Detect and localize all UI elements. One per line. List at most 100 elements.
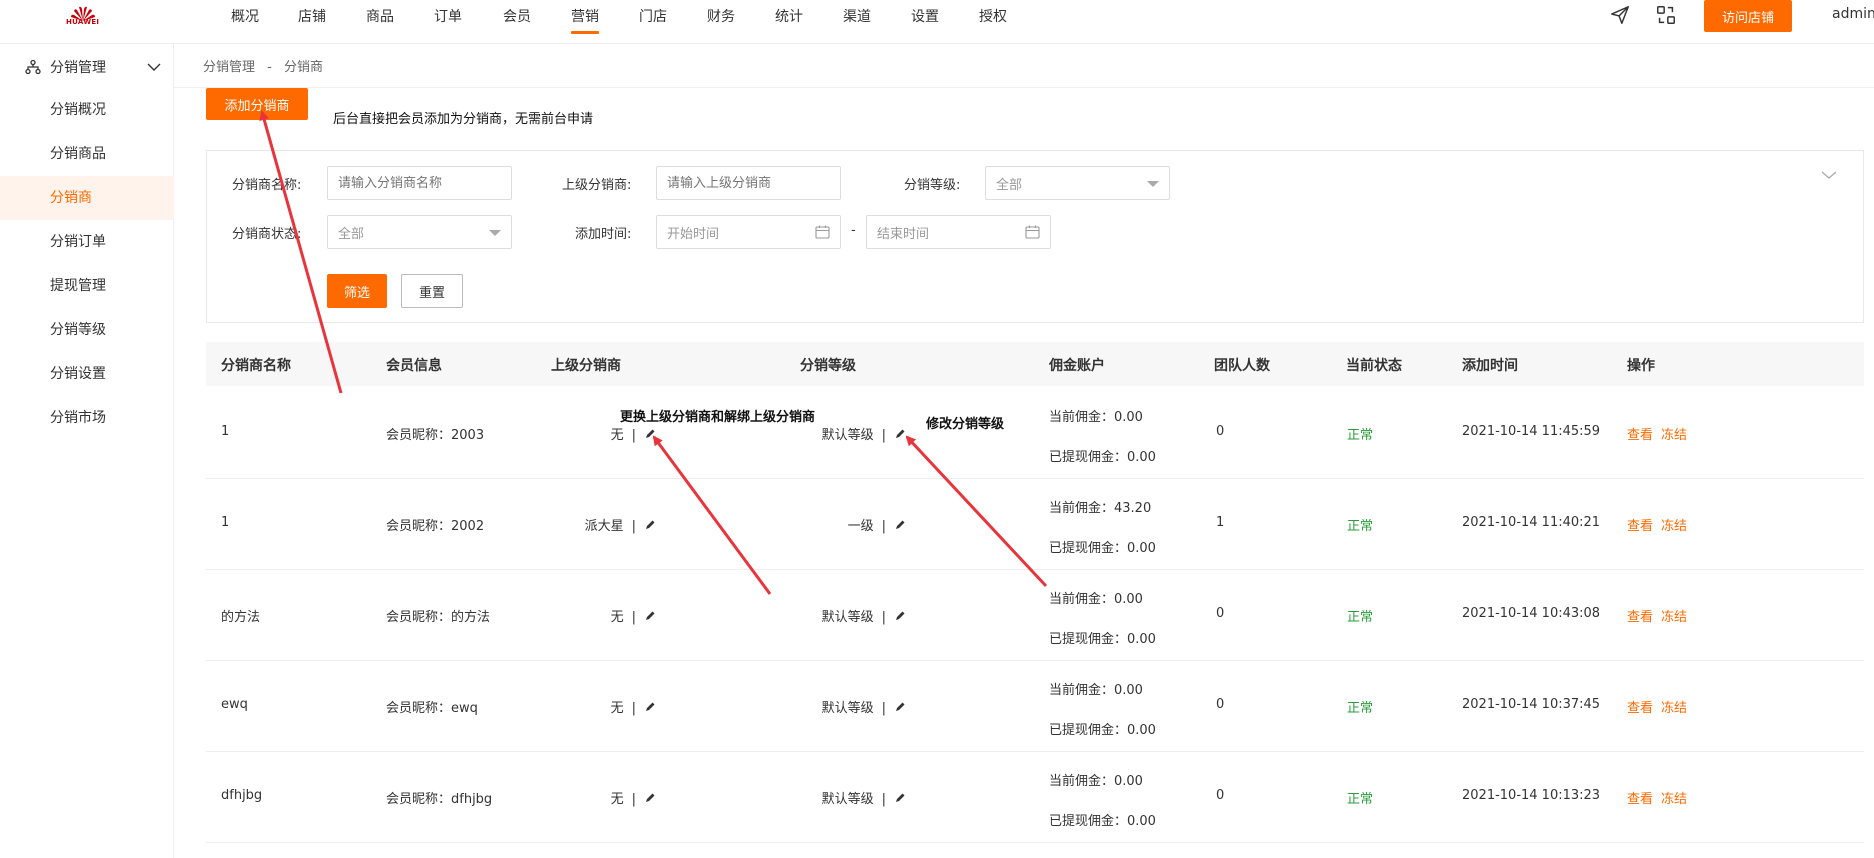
freeze-link[interactable]: 冻结 [1661,610,1687,625]
parent-distributor-cell: 无 | [506,788,656,807]
distributor-name: 1 [221,424,230,439]
visit-store-button[interactable]: 访问店铺 [1704,0,1792,32]
calendar-icon [815,225,830,239]
add-distributor-button[interactable]: 添加分销商 [206,88,308,120]
status-badge: 正常 [1347,792,1374,807]
sidebar-item-products[interactable]: 分销商品 [0,132,174,176]
end-time-input[interactable]: 结束时间 [866,215,1051,249]
annotation-level-note: 修改分销等级 [926,417,1005,432]
filter-reset-button[interactable]: 重置 [401,274,463,308]
sidebar-item-overview[interactable]: 分销概况 [0,88,174,132]
distributor-name-input[interactable] [327,166,512,200]
nav-item-statistics[interactable]: 统计 [775,6,803,26]
edit-level-icon[interactable] [894,610,906,622]
withdrawn-commission: 已提现佣金：0.00 [1049,541,1156,556]
brand-logo-text: HUAWEI [66,18,100,26]
nav-item-authorization[interactable]: 授权 [979,6,1007,26]
nav-item-orders[interactable]: 订单 [434,6,462,26]
nav-item-shops[interactable]: 门店 [639,6,667,26]
collapse-chevron-icon[interactable] [1821,170,1837,180]
nav-item-overview[interactable]: 概况 [231,6,259,26]
parent-distributor-input[interactable] [656,166,841,200]
freeze-link[interactable]: 冻结 [1661,701,1687,716]
view-link[interactable]: 查看 [1627,428,1653,443]
nav-item-finance[interactable]: 财务 [707,6,735,26]
app-root: HUAWEI 概况 店铺 商品 订单 会员 营销 门店 财务 统计 渠道 设置 … [0,0,1874,858]
status-badge: 正常 [1347,428,1374,443]
sidebar-item-distributors[interactable]: 分销商 [0,176,174,220]
team-count: 1 [1216,515,1225,530]
level-value: 默认等级 [821,701,874,716]
level-value: 默认等级 [821,792,874,807]
col-header-parent: 上级分销商 [551,358,621,374]
filter-submit-button[interactable]: 筛选 [327,274,387,308]
added-time: 2021-10-14 11:40:21 [1462,515,1601,530]
row-actions: 查看 冻结 [1627,697,1687,716]
level-cell: 默认等级 | [756,697,906,716]
nav-item-members[interactable]: 会员 [503,6,531,26]
table-row: 1 会员昵称：2003 无 | 默认等级 | 当前佣金：0.00 已提现佣金：0.00 0 正常 2… [206,388,1864,479]
add-distributor-note: 后台直接把会员添加为分销商，无需前台申请 [333,112,594,127]
withdrawn-commission: 已提现佣金：0.00 [1049,723,1156,738]
edit-parent-icon[interactable] [644,792,656,804]
added-time: 2021-10-14 10:43:08 [1462,606,1601,621]
col-header-level: 分销等级 [800,358,856,374]
view-link[interactable]: 查看 [1627,610,1653,625]
sidebar-item-settings[interactable]: 分销设置 [0,352,174,396]
user-name[interactable]: admin [1832,6,1874,22]
dropdown-arrow-icon [489,230,501,236]
sidebar-item-withdrawals[interactable]: 提现管理 [0,264,174,308]
annotation-parent-note: 更换上级分销商和解绑上级分销商 [620,410,816,425]
nav-item-products[interactable]: 商品 [366,6,394,26]
breadcrumb-parent[interactable]: 分销管理 [203,60,255,75]
sidebar-group-header[interactable]: 分销管理 [25,56,165,80]
scan-switch-icon[interactable] [1655,4,1677,26]
send-icon[interactable] [1609,4,1631,26]
nav-item-settings[interactable]: 设置 [911,6,939,26]
col-header-team: 团队人数 [1214,358,1270,374]
current-commission: 当前佣金：43.20 [1049,501,1152,516]
breadcrumb-separator: - [267,60,272,75]
nav-item-channels[interactable]: 渠道 [843,6,871,26]
sidebar-item-market[interactable]: 分销市场 [0,396,174,440]
view-link[interactable]: 查看 [1627,701,1653,716]
breadcrumb-current: 分销商 [284,60,324,75]
edit-level-icon[interactable] [894,519,906,531]
freeze-link[interactable]: 冻结 [1661,428,1687,443]
edit-parent-icon[interactable] [644,519,656,531]
freeze-link[interactable]: 冻结 [1661,519,1687,534]
level-cell: 默认等级 | [756,788,906,807]
edit-parent-icon[interactable] [644,701,656,713]
team-count: 0 [1216,788,1225,803]
col-header-member: 会员信息 [386,358,442,374]
edit-level-icon[interactable] [894,792,906,804]
status-select-value: 全部 [338,226,365,242]
edit-parent-icon[interactable] [644,428,656,440]
edit-level-icon[interactable] [894,701,906,713]
view-link[interactable]: 查看 [1627,519,1653,534]
edit-parent-icon[interactable] [644,610,656,622]
row-actions: 查看 冻结 [1627,788,1687,807]
team-count: 0 [1216,697,1225,712]
sidebar-item-levels[interactable]: 分销等级 [0,308,174,352]
team-count: 0 [1216,424,1225,439]
view-link[interactable]: 查看 [1627,792,1653,807]
status-badge: 正常 [1347,701,1374,716]
edit-level-icon[interactable] [894,428,906,440]
divider [174,87,1874,88]
cell-separator: | [881,428,886,443]
added-time: 2021-10-14 10:37:45 [1462,697,1601,712]
cell-separator: | [631,610,636,625]
row-actions: 查看 冻结 [1627,515,1687,534]
nav-active-indicator [571,31,599,34]
distributor-status-select[interactable]: 全部 [327,215,512,249]
team-count: 0 [1216,606,1225,621]
sidebar-item-orders[interactable]: 分销订单 [0,220,174,264]
start-time-input[interactable]: 开始时间 [656,215,841,249]
range-separator: - [851,223,856,238]
nav-item-store[interactable]: 店铺 [298,6,326,26]
current-commission: 当前佣金：0.00 [1049,410,1143,425]
freeze-link[interactable]: 冻结 [1661,792,1687,807]
nav-item-marketing[interactable]: 营销 [571,6,599,26]
distributor-level-select[interactable]: 全部 [985,166,1170,200]
